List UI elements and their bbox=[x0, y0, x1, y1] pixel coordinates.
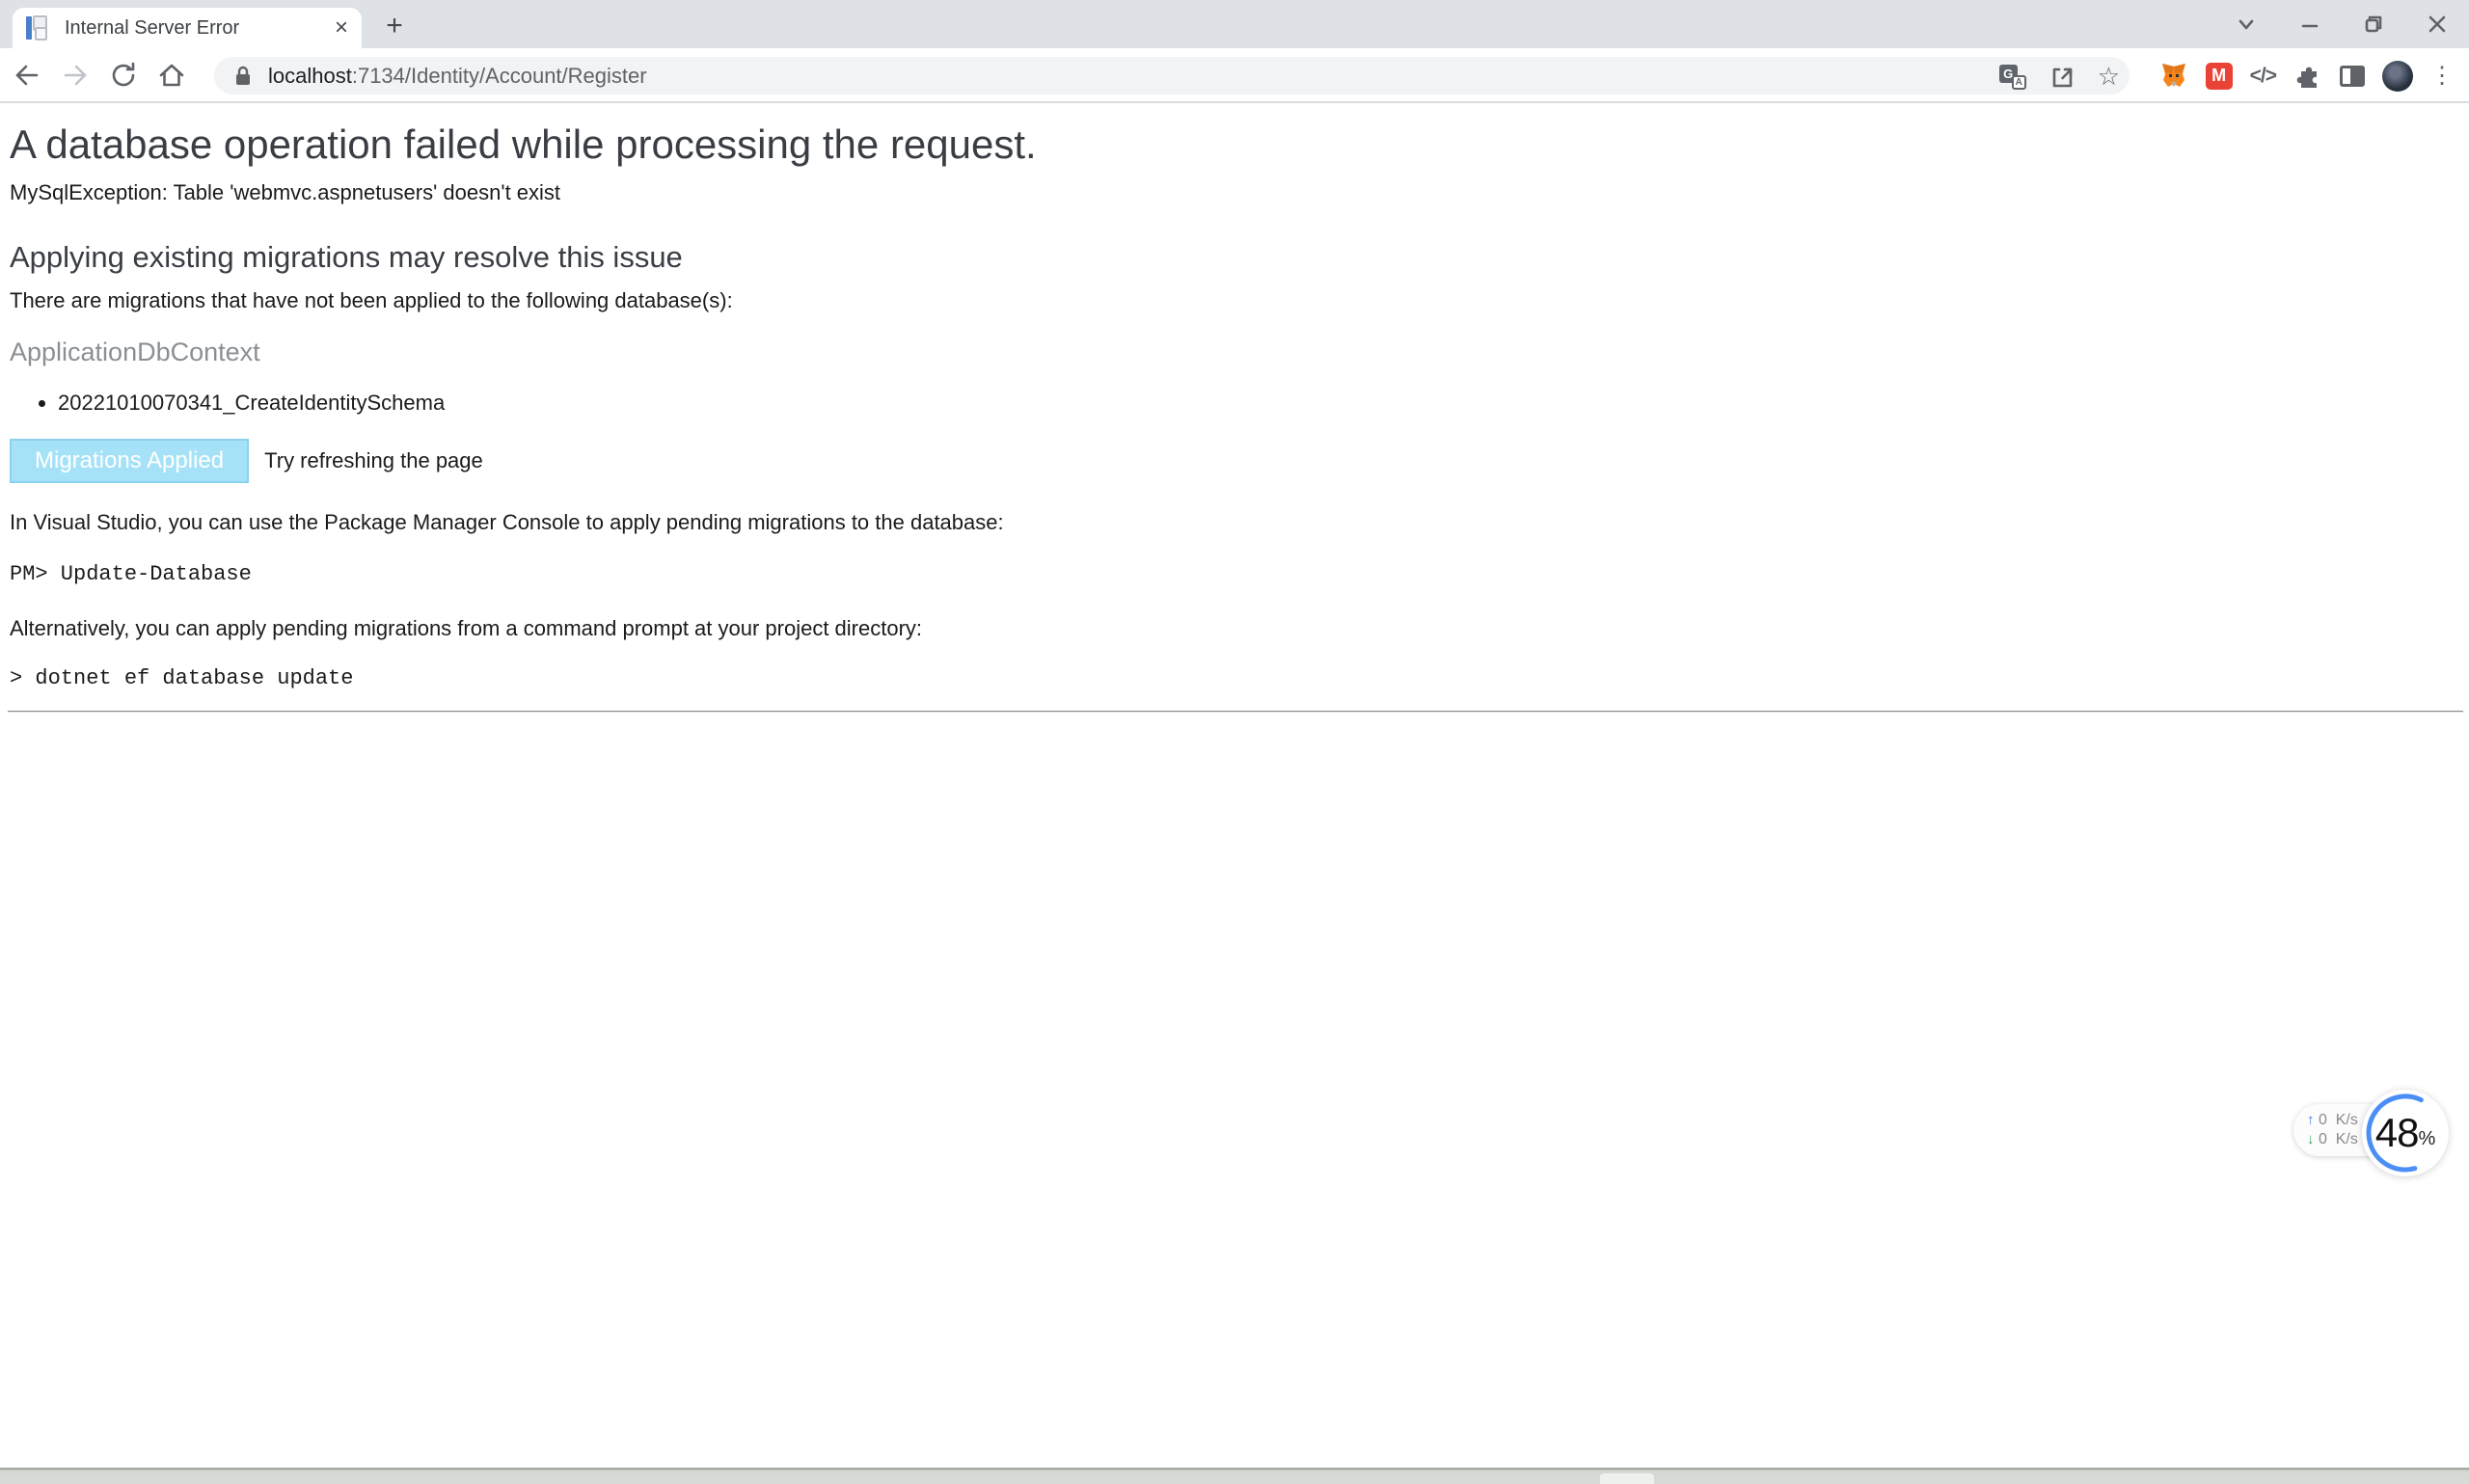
minimize-button[interactable] bbox=[2278, 0, 2342, 48]
extensions-row: M </> ⋮ bbox=[2159, 48, 2454, 103]
error-page: A database operation failed while proces… bbox=[0, 105, 2469, 713]
url-text: localhost:7134/Identity/Account/Register bbox=[268, 64, 647, 89]
share-icon[interactable] bbox=[2048, 62, 2076, 91]
address-bar[interactable]: localhost:7134/Identity/Account/Register… bbox=[214, 57, 2130, 94]
migrations-list: 20221010070341_CreateIdentitySchema bbox=[10, 391, 2459, 416]
bookmark-star-icon[interactable]: ☆ bbox=[2098, 64, 2120, 89]
translate-icon[interactable]: G A bbox=[1999, 63, 2026, 90]
extensions-puzzle-icon[interactable] bbox=[2293, 62, 2322, 91]
browser-tab[interactable]: Internal Server Error × bbox=[13, 8, 362, 48]
browser-menu-icon[interactable]: ⋮ bbox=[2430, 62, 2454, 90]
cli-hint: Alternatively, you can apply pending mig… bbox=[10, 616, 2459, 641]
migrations-heading: Applying existing migrations may resolve… bbox=[10, 240, 2459, 275]
db-context-name: ApplicationDbContext bbox=[10, 337, 2459, 367]
metamask-icon[interactable] bbox=[2159, 62, 2188, 91]
reload-button[interactable] bbox=[102, 54, 145, 96]
back-button[interactable] bbox=[6, 54, 48, 96]
forward-button[interactable] bbox=[54, 54, 96, 96]
url-host: localhost bbox=[268, 64, 352, 88]
pm-command: PM> Update-Database bbox=[10, 562, 2459, 587]
home-button[interactable] bbox=[150, 54, 193, 96]
profile-avatar[interactable] bbox=[2382, 61, 2413, 92]
refresh-hint: Try refreshing the page bbox=[264, 448, 483, 473]
tab-search-chevron-icon[interactable] bbox=[2214, 0, 2278, 48]
exception-message: MySqlException: Table 'webmvc.aspnetuser… bbox=[10, 180, 2459, 205]
window-controls bbox=[2214, 0, 2469, 48]
cli-command: > dotnet ef database update bbox=[10, 666, 2459, 691]
lock-icon bbox=[233, 65, 253, 88]
page-favicon-icon bbox=[26, 15, 49, 41]
error-title: A database operation failed while proces… bbox=[10, 122, 2459, 167]
restore-button[interactable] bbox=[2342, 0, 2405, 48]
migrations-intro: There are migrations that have not been … bbox=[10, 288, 2459, 313]
tab-title: Internal Server Error bbox=[65, 17, 325, 40]
tab-strip: Internal Server Error × + bbox=[0, 0, 2469, 48]
code-extension-icon[interactable]: </> bbox=[2250, 65, 2276, 88]
gmail-icon[interactable]: M bbox=[2206, 63, 2233, 90]
close-window-button[interactable] bbox=[2405, 0, 2469, 48]
progress-circle[interactable]: 48 % bbox=[2362, 1090, 2449, 1176]
new-tab-button[interactable]: + bbox=[378, 12, 411, 40]
net-speed-overlay[interactable]: ↑ 0 K/s ↓ 0 K/s 48 % bbox=[2293, 1090, 2448, 1178]
tab-close-icon[interactable]: × bbox=[335, 16, 348, 40]
taskbar-window-notch bbox=[1600, 1473, 1654, 1484]
progress-arc bbox=[2362, 1090, 2449, 1176]
apply-migrations-button[interactable]: Migrations Applied bbox=[10, 439, 249, 483]
migration-item: 20221010070341_CreateIdentitySchema bbox=[58, 391, 2459, 416]
upload-arrow-icon: ↑ bbox=[2307, 1112, 2315, 1128]
taskbar-edge[interactable] bbox=[0, 1468, 2469, 1484]
visual-studio-hint: In Visual Studio, you can use the Packag… bbox=[10, 510, 2459, 535]
divider bbox=[8, 711, 2463, 713]
download-arrow-icon: ↓ bbox=[2307, 1131, 2315, 1147]
url-path: :7134/Identity/Account/Register bbox=[352, 64, 647, 88]
side-panel-icon[interactable] bbox=[2340, 66, 2365, 87]
